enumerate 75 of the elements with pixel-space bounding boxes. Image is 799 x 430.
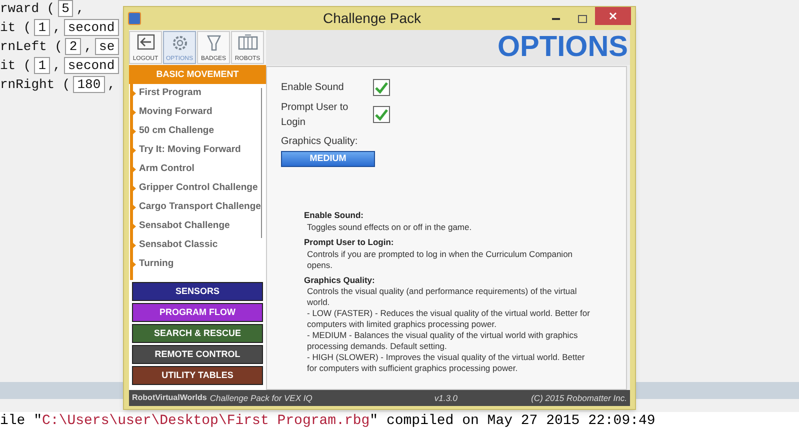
brand-name: RobotVirtualWorlds [132, 392, 207, 404]
lesson-item[interactable]: Arm Control [139, 162, 194, 177]
category-button[interactable]: PROGRAM FLOW [132, 303, 263, 322]
help-title: Prompt User to Login: [304, 236, 395, 248]
code-field[interactable]: second [64, 57, 119, 74]
setting-label: Graphics Quality: [281, 135, 359, 149]
category-button[interactable]: SENSORS [132, 282, 263, 301]
help-text: Controls the visual quality (and performance requirements) of the virtual world. [306, 286, 578, 308]
code-field[interactable]: 2 [65, 38, 82, 55]
help-text: - LOW (FASTER) - Reduces the visual quality of the virtual world. Better for computers with limited graphics processing power. [306, 308, 591, 330]
robot-icon [238, 34, 258, 50]
help-title: Enable Sound: [304, 209, 364, 222]
lesson-item[interactable]: Gripper Control Challenge [139, 181, 258, 196]
lesson-item[interactable]: Sensabot Challenge [139, 219, 230, 234]
bullet-icon [133, 128, 136, 135]
close-icon [609, 12, 617, 20]
code-text: , [53, 18, 61, 37]
code-text: it ( [0, 56, 32, 75]
code-text: , [108, 76, 116, 93]
code-text: , [76, 0, 84, 18]
lesson-item[interactable]: Cargo Transport Challenge [139, 200, 261, 215]
bullet-icon [133, 166, 136, 173]
scrollbar[interactable] [260, 88, 262, 238]
code-text: it ( [0, 18, 32, 37]
console-message: ile "C:\Users\user\Desktop\First Program.rbg" compiled on May 27 2015 22:09:49 [0, 412, 656, 430]
lesson-item[interactable]: Try It: Moving Forward [139, 143, 241, 158]
bullet-icon [133, 261, 136, 268]
code-text: , [53, 56, 61, 75]
window-title: Challenge Pack [322, 9, 422, 28]
check-icon [375, 82, 388, 94]
bullet-icon [133, 185, 136, 192]
lesson-item[interactable]: Turning [139, 257, 174, 272]
trophy-icon [204, 34, 222, 52]
code-text: , [84, 38, 92, 56]
help-title: Graphics Quality: [304, 274, 376, 286]
code-field[interactable]: 1 [34, 57, 50, 74]
app-logo-icon [128, 12, 141, 25]
help-text: Toggles sound effects on or off in the game. [306, 222, 473, 233]
close-button[interactable] [595, 7, 631, 25]
checkbox[interactable] [373, 79, 390, 96]
code-field[interactable]: 1 [34, 19, 50, 36]
code-field[interactable]: 180 [73, 76, 105, 93]
code-field[interactable]: se [95, 38, 119, 55]
code-text: rnRight ( [0, 76, 70, 93]
code-text: rward ( [0, 0, 55, 18]
help-text: Controls if you are prompted to log in when the Curriculum Companion opens. [306, 248, 574, 270]
version-text: v1.3.0 [434, 392, 458, 404]
bullet-icon [133, 204, 136, 211]
copyright-text: (C) 2015 Robomatter Inc. [531, 392, 627, 404]
setting-label: Enable Sound [281, 81, 345, 95]
bullet-icon [133, 90, 136, 97]
check-icon [375, 108, 388, 120]
gear-icon [170, 34, 188, 52]
code-field[interactable]: second [64, 19, 119, 36]
quality-dropdown[interactable]: MEDIUM [281, 151, 375, 167]
category-button[interactable]: UTILITY TABLES [132, 366, 263, 385]
bullet-icon [133, 242, 136, 249]
category-button[interactable]: REMOTE CONTROL [132, 345, 263, 364]
category-button[interactable]: SEARCH & RESCUE [132, 324, 263, 343]
code-text: rnLeft ( [0, 38, 62, 56]
help-text: - HIGH (SLOWER) - Improves the visual quality of the virtual world. Better for computers with sufficient graphics processing power. [306, 352, 586, 374]
page-heading: OPTIONS [497, 33, 628, 62]
lesson-item[interactable]: First Program [139, 86, 202, 101]
bullet-icon [133, 109, 136, 116]
bullet-icon [133, 147, 136, 154]
code-field[interactable]: 5 [58, 0, 74, 17]
product-name: Challenge Pack for VEX IQ [210, 392, 312, 404]
bullet-icon [133, 223, 136, 230]
setting-label: Prompt User to Login [281, 100, 350, 130]
lesson-item[interactable]: 50 cm Challenge [139, 124, 214, 139]
help-text: - MEDIUM - Balances the visual quality of the virtual world with graphics processing demands. Default setting. [306, 330, 579, 352]
checkbox[interactable] [373, 106, 390, 123]
lesson-item[interactable]: Moving Forward [139, 105, 212, 120]
lesson-item[interactable]: Sensabot Classic [139, 238, 218, 253]
arrow-left-icon [136, 34, 154, 50]
